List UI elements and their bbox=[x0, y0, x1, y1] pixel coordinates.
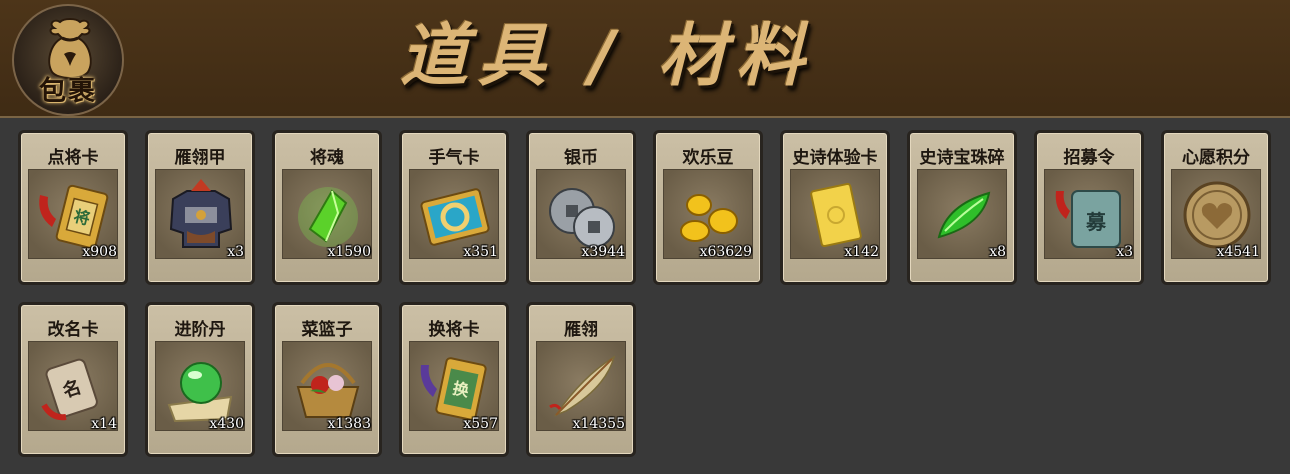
item-name: 雁翎 bbox=[564, 320, 598, 340]
item-card[interactable]: 银币 x3944 bbox=[526, 130, 636, 285]
item-name: 史诗体验卡 bbox=[792, 148, 878, 168]
item-card[interactable]: 史诗体验卡 x142 bbox=[780, 130, 890, 285]
item-card[interactable]: 雁翎 x14355 bbox=[526, 302, 636, 457]
item-card[interactable]: 招募令 募 x3 bbox=[1034, 130, 1144, 285]
svg-text:募: 募 bbox=[1085, 210, 1107, 234]
item-name: 银币 bbox=[564, 148, 598, 168]
bag-label: 包裹 bbox=[39, 76, 97, 107]
item-card[interactable]: 换将卡 换 x557 bbox=[399, 302, 509, 457]
item-count: x557 bbox=[463, 416, 498, 432]
item-grid: 点将卡 将 x908 雁翎甲 x3 将魂 x1590 手气卡 x351 银币 x… bbox=[18, 130, 1280, 466]
item-count: x1590 bbox=[327, 244, 371, 260]
item-count: x3 bbox=[1116, 244, 1133, 260]
item-name: 点将卡 bbox=[47, 148, 99, 168]
item-card[interactable]: 欢乐豆 x63629 bbox=[653, 130, 763, 285]
item-name: 史诗宝珠碎 bbox=[919, 148, 1005, 168]
item-card[interactable]: 菜篮子 x1383 bbox=[272, 302, 382, 457]
item-count: x1383 bbox=[327, 416, 371, 432]
item-card[interactable]: 改名卡 名 x14 bbox=[18, 302, 128, 457]
item-count: x142 bbox=[844, 244, 879, 260]
item-count: x14355 bbox=[572, 416, 625, 432]
item-count: x63629 bbox=[699, 244, 752, 260]
item-count: x14 bbox=[91, 416, 117, 432]
item-name: 换将卡 bbox=[428, 320, 480, 340]
item-name: 雁翎甲 bbox=[174, 148, 226, 168]
item-name: 菜篮子 bbox=[301, 320, 353, 340]
inventory-header: 包裹 道具 / 材料 bbox=[0, 0, 1290, 118]
item-card[interactable]: 心愿积分 x4541 bbox=[1161, 130, 1271, 285]
item-name: 改名卡 bbox=[47, 320, 99, 340]
item-count: x430 bbox=[209, 416, 244, 432]
item-card[interactable]: 雁翎甲 x3 bbox=[145, 130, 255, 285]
item-card[interactable]: 点将卡 将 x908 bbox=[18, 130, 128, 285]
item-count: x3944 bbox=[581, 244, 625, 260]
item-name: 招募令 bbox=[1063, 148, 1115, 168]
item-card[interactable]: 手气卡 x351 bbox=[399, 130, 509, 285]
item-count: x3 bbox=[227, 244, 244, 260]
bag-icon[interactable]: 包裹 bbox=[12, 4, 124, 116]
item-name: 心愿积分 bbox=[1182, 148, 1250, 168]
item-name: 手气卡 bbox=[428, 148, 480, 168]
item-count: x908 bbox=[82, 244, 117, 260]
item-card[interactable]: 将魂 x1590 bbox=[272, 130, 382, 285]
item-name: 进阶丹 bbox=[174, 320, 226, 340]
item-name: 将魂 bbox=[310, 148, 344, 168]
item-card[interactable]: 进阶丹 x430 bbox=[145, 302, 255, 457]
page-title: 道具 / 材料 bbox=[400, 17, 815, 96]
item-count: x8 bbox=[989, 244, 1006, 260]
item-card[interactable]: 史诗宝珠碎 x8 bbox=[907, 130, 1017, 285]
item-name: 欢乐豆 bbox=[682, 148, 734, 168]
item-count: x351 bbox=[463, 244, 498, 260]
item-count: x4541 bbox=[1216, 244, 1260, 260]
